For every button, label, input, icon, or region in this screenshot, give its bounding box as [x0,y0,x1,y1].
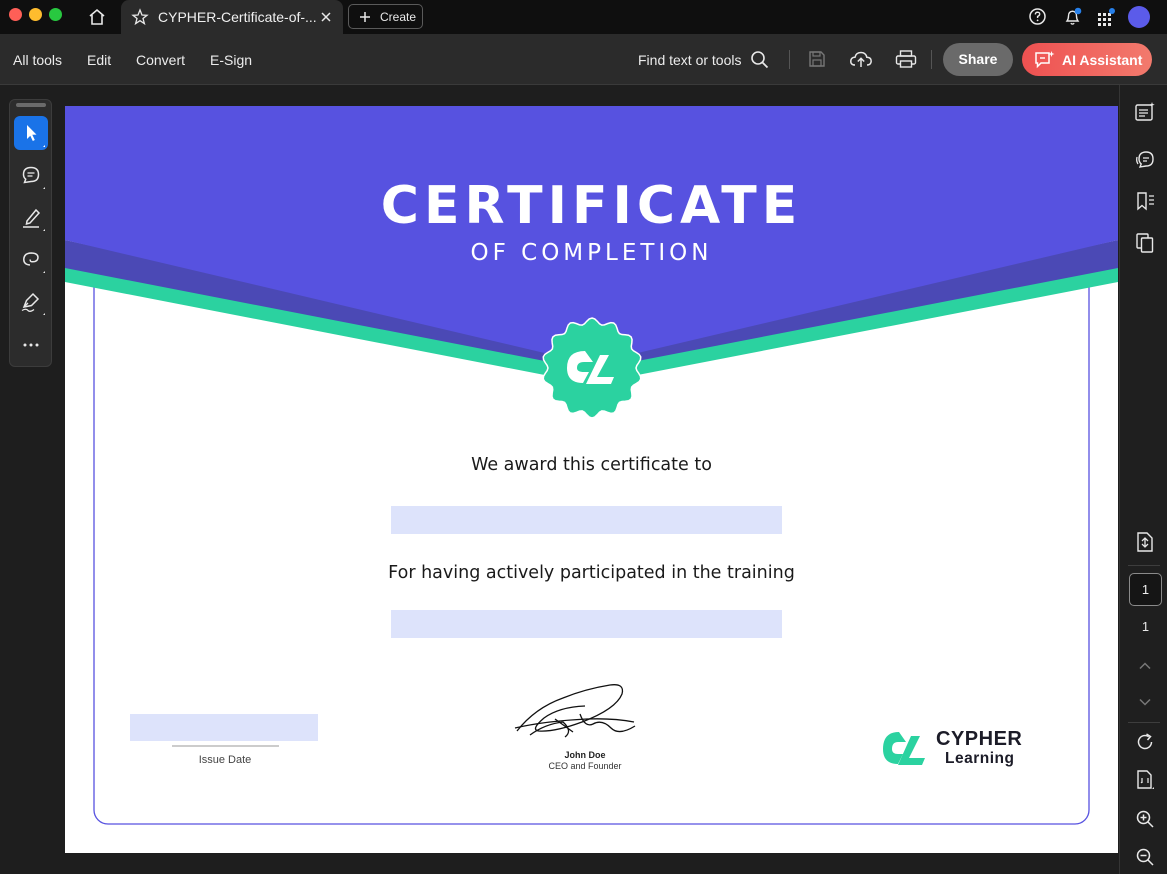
ai-assistant-label: AI Assistant [1062,52,1143,68]
toolbar-divider-2 [931,50,932,69]
share-button[interactable]: Share [943,43,1013,76]
select-tool-button[interactable] [14,116,48,150]
notifications-bell-icon[interactable] [1062,6,1084,28]
logo-wordmark-learning: Learning [945,750,1015,767]
next-page-icon[interactable] [1138,695,1152,709]
menu-all-tools[interactable]: All tools [13,52,62,68]
toolbar-divider [789,50,790,69]
cloud-upload-icon[interactable] [849,49,873,69]
menu-edit[interactable]: Edit [87,52,111,68]
highlight-tool-button[interactable] [14,200,48,234]
search-icon[interactable] [750,50,769,69]
recipient-name-field[interactable] [391,506,782,534]
award-text: We award this certificate to [471,455,712,475]
bookmarks-icon[interactable] [1134,190,1156,212]
sign-tool-button[interactable] [14,284,48,318]
user-avatar[interactable] [1128,6,1150,28]
pdf-page[interactable]: CERTIFICATE OF COMPLETION We award this … [65,106,1118,853]
signer-role: CEO and Founder [548,761,622,771]
menu-e-sign[interactable]: E-Sign [210,52,252,68]
menu-convert[interactable]: Convert [136,52,185,68]
total-pages: 1 [1141,619,1150,634]
star-icon[interactable] [131,8,149,26]
rail-separator-2 [1128,722,1160,723]
toolbar: All tools Edit Convert E-Sign Find text … [0,34,1167,85]
help-icon[interactable] [1028,7,1047,26]
signer-name: John Doe [564,750,606,760]
comments-panel-icon[interactable] [1134,148,1156,170]
more-tools-button[interactable] [14,326,48,360]
cypher-logo-mark [883,732,925,765]
rail-separator [1128,565,1160,566]
print-icon[interactable] [895,49,917,69]
save-icon[interactable] [807,49,827,69]
create-button[interactable]: Create [348,4,423,29]
training-name-field[interactable] [391,610,782,638]
participation-text: For having actively participated in the … [388,563,795,583]
tab-title: CYPHER-Certificate-of-... [158,9,317,25]
ai-assistant-icon [1034,50,1056,70]
select-arrow-icon [27,125,45,147]
rail-drag-handle[interactable] [16,103,46,107]
zoom-out-icon[interactable] [1135,847,1155,867]
rotate-icon[interactable] [1135,732,1155,752]
ai-assistant-button[interactable]: AI Assistant [1022,43,1152,76]
signature [514,684,636,738]
maximize-window-button[interactable] [49,8,62,21]
close-tab-icon[interactable] [320,11,332,23]
create-label: Create [380,10,417,24]
issue-date-label: Issue Date [198,754,252,766]
draw-tool-button[interactable] [14,242,48,276]
plus-icon [360,12,370,22]
more-icon [23,343,39,347]
logo-wordmark-cypher: CYPHER [936,728,1023,750]
page-export-icon[interactable] [1135,531,1155,553]
certificate-title: CERTIFICATE [380,176,803,236]
minimize-window-button[interactable] [29,8,42,21]
find-text-or-tools[interactable]: Find text or tools [638,52,742,68]
comment-icon [22,166,45,189]
fit-page-icon[interactable] [1135,769,1155,791]
certificate-subtitle: OF COMPLETION [470,240,713,266]
window-titlebar: CYPHER-Certificate-of-... Create [0,0,1167,34]
current-page-input[interactable]: 1 [1129,573,1162,606]
right-panel-rail: 1 1 [1119,85,1167,874]
comment-tool-button[interactable] [14,158,48,192]
sign-pen-icon [21,292,45,315]
highlighter-icon [23,208,45,231]
lasso-draw-icon [23,252,45,273]
document-tab[interactable]: CYPHER-Certificate-of-... [121,0,343,34]
quick-tools-rail [9,99,52,367]
ai-summary-icon[interactable] [1134,101,1156,123]
page-thumbnails-icon[interactable] [1134,232,1156,254]
zoom-in-icon[interactable] [1135,809,1155,829]
issue-date-field[interactable] [130,714,318,741]
apps-grid-icon[interactable] [1097,7,1117,27]
close-window-button[interactable] [9,8,22,21]
previous-page-icon[interactable] [1138,659,1152,673]
home-icon[interactable] [87,7,107,27]
